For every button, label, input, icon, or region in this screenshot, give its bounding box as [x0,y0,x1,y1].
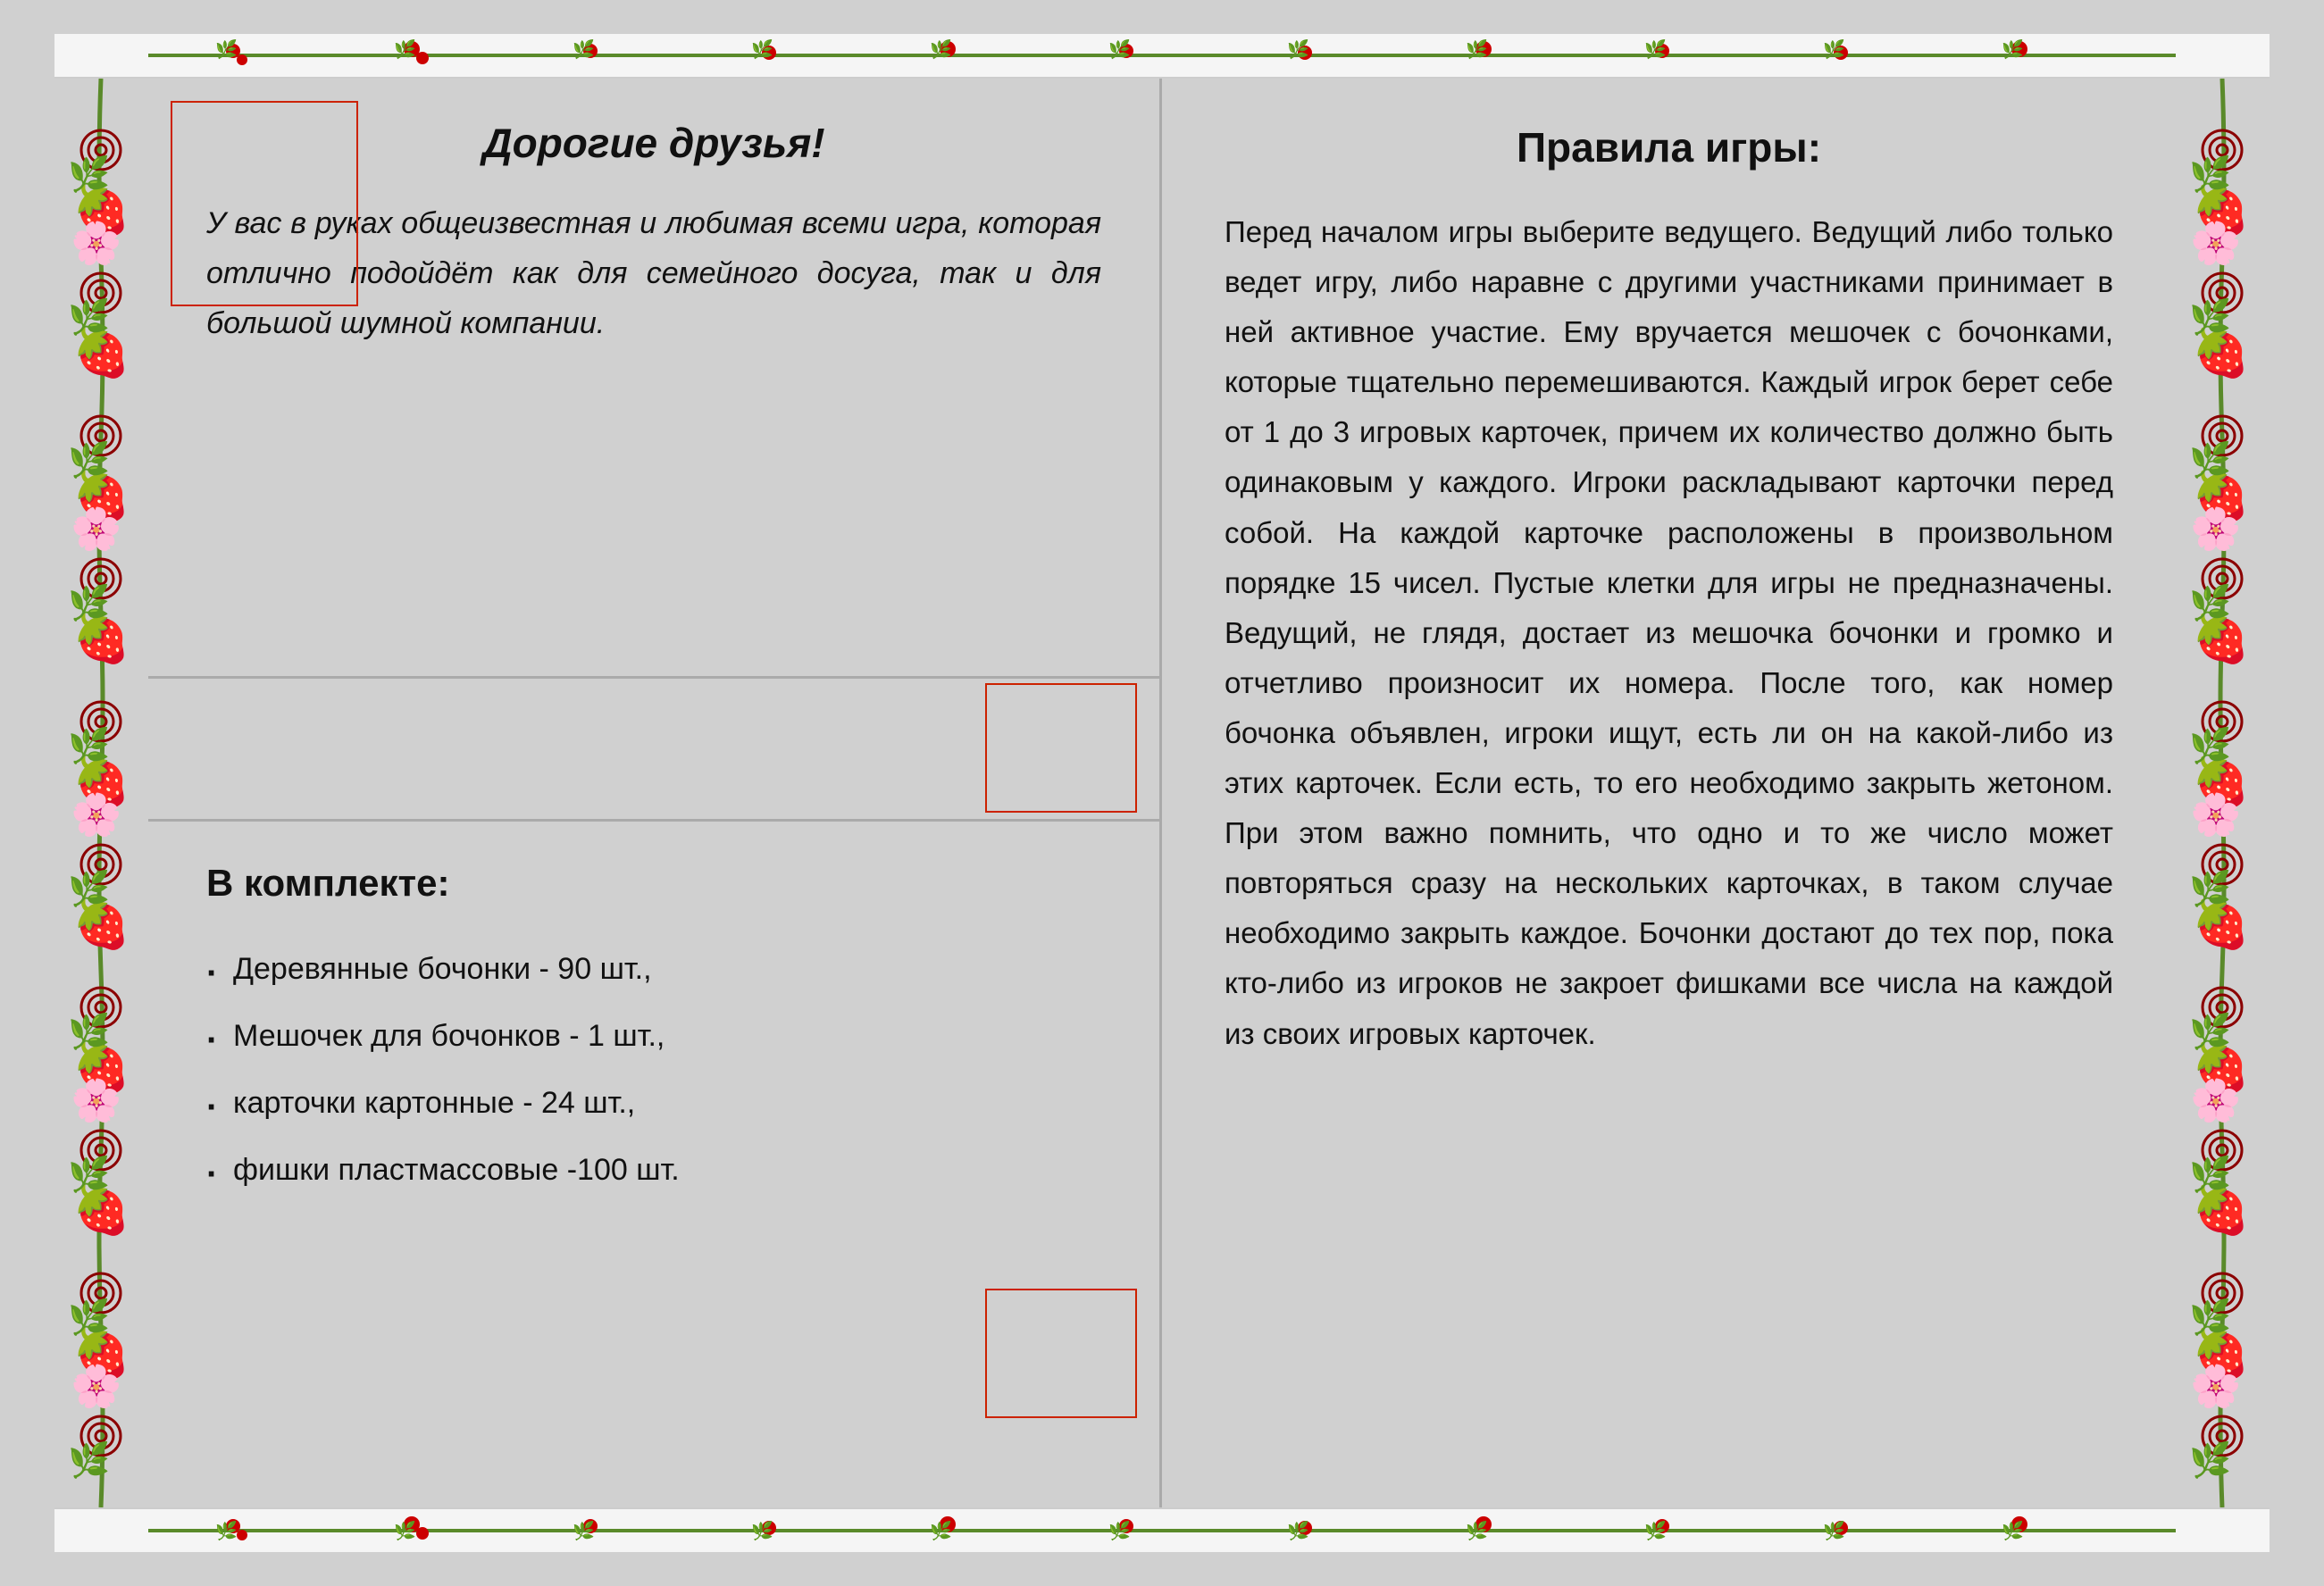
svg-text:🌿: 🌿 [573,38,595,60]
svg-text:🌿: 🌿 [1287,38,1309,60]
svg-text:🌸: 🌸 [71,791,121,839]
svg-text:🌿: 🌿 [751,1520,773,1541]
svg-text:🌸: 🌸 [71,505,121,553]
svg-text:🌿: 🌿 [2189,869,2231,908]
red-rect-topleft [171,101,358,306]
svg-text:🌿: 🌿 [1287,1520,1309,1541]
svg-text:🌿: 🌿 [394,1520,416,1541]
kit-title: В комплекте: [206,862,1101,905]
left-sections: Дорогие друзья! У вас в руках общеизвест… [148,79,1159,1507]
svg-text:🌸: 🌸 [2190,791,2241,839]
svg-text:🌿: 🌿 [1823,1520,1845,1541]
svg-text:🌿: 🌿 [930,38,952,60]
left-border: 🍓 🍓 🍓 🍓 🍓 🍓 🍓 🍓 🍓 🌿 🌿 🌿 🌿 🌿 🌿 [54,79,148,1507]
svg-text:🌿: 🌿 [68,1440,110,1480]
section-intro: Дорогие друзья! У вас в руках общеизвест… [148,79,1159,679]
svg-text:🌿: 🌿 [2189,440,2231,480]
svg-text:🌿: 🌿 [68,1298,110,1337]
list-item: Деревянные бочонки - 90 шт., [206,936,1101,1003]
svg-text:🌿: 🌿 [68,583,110,622]
page-container: 🌿 🌿 🌿 🌿 🌿 🌿 🌿 🌿 🌿 🌿 🌿 [0,0,2324,1586]
rules-text: Перед началом игры выберите ведущего. Ве… [1225,207,2113,1059]
svg-text:🌿: 🌿 [215,38,238,60]
list-item: Мешочек для бочонков - 1 шт., [206,1003,1101,1070]
svg-text:🌸: 🌸 [71,1077,121,1124]
bottom-border: 🌿 🌿 🌿 🌿 🌿 🌿 🌿 🌿 🌿 🌿 🌿 [54,1507,2270,1552]
svg-text:🌿: 🌿 [394,38,416,60]
svg-text:🌸: 🌸 [71,220,121,267]
svg-text:🌸: 🌸 [2190,1077,2241,1124]
svg-text:🌸: 🌸 [71,1363,121,1410]
bottom-border-decoration: 🌿 🌿 🌿 🌿 🌿 🌿 🌿 🌿 🌿 🌿 🌿 [54,1508,2270,1553]
svg-text:🌸: 🌸 [2190,220,2241,267]
svg-text:🌿: 🌿 [2002,1520,2024,1541]
rules-title: Правила игры: [1225,123,2113,171]
svg-text:🌿: 🌿 [215,1520,238,1541]
svg-text:🌸: 🌸 [2190,1363,2241,1410]
svg-text:🌿: 🌿 [2002,38,2024,60]
svg-text:🌿: 🌿 [1466,38,1488,60]
section-middle-empty [148,679,1159,822]
svg-text:🌸: 🌸 [2190,505,2241,553]
svg-text:🌿: 🌿 [68,1155,110,1194]
svg-text:🌿: 🌿 [68,869,110,908]
svg-text:🌿: 🌿 [2189,726,2231,765]
svg-text:🌿: 🌿 [1466,1520,1488,1541]
list-item: карточки картонные - 24 шт., [206,1070,1101,1137]
svg-text:🌿: 🌿 [1108,38,1131,60]
svg-text:🌿: 🌿 [2189,1155,2231,1194]
svg-text:🌿: 🌿 [68,1012,110,1051]
svg-text:🌿: 🌿 [2189,1012,2231,1051]
svg-text:🌿: 🌿 [2189,1298,2231,1337]
svg-text:🌿: 🌿 [68,440,110,480]
svg-text:🌿: 🌿 [573,1520,595,1541]
list-item: фишки пластмассовые -100 шт. [206,1137,1101,1204]
kit-content: В комплекте: Деревянные бочонки - 90 шт.… [206,862,1101,1204]
document: 🌿 🌿 🌿 🌿 🌿 🌿 🌿 🌿 🌿 🌿 🌿 [54,34,2270,1552]
right-border-svg: 🍓 🍓 🍓 🍓 🍓 🍓 🍓 🍓 🍓 🌿 🌿 🌿 🌿 🌿 🌿 [2176,79,2270,1507]
svg-text:🌿: 🌿 [1644,1520,1667,1541]
right-panel: Правила игры: Перед началом игры выберит… [1162,79,2176,1507]
svg-text:🌿: 🌿 [1823,38,1845,60]
svg-text:🌿: 🌿 [751,38,773,60]
svg-text:🌿: 🌿 [930,1520,952,1541]
svg-text:🌿: 🌿 [1108,1520,1131,1541]
left-border-svg: 🍓 🍓 🍓 🍓 🍓 🍓 🍓 🍓 🍓 🌿 🌿 🌿 🌿 🌿 🌿 [54,79,148,1507]
svg-text:🌿: 🌿 [2189,297,2231,337]
svg-text:🌿: 🌿 [2189,154,2231,194]
svg-text:🌿: 🌿 [68,297,110,337]
left-panel: Дорогие друзья! У вас в руках общеизвест… [148,79,1162,1507]
kit-list: Деревянные бочонки - 90 шт., Мешочек для… [206,936,1101,1204]
top-border: 🌿 🌿 🌿 🌿 🌿 🌿 🌿 🌿 🌿 🌿 🌿 [54,34,2270,79]
svg-text:🌿: 🌿 [1644,38,1667,60]
right-border: 🍓 🍓 🍓 🍓 🍓 🍓 🍓 🍓 🍓 🌿 🌿 🌿 🌿 🌿 🌿 [2176,79,2270,1507]
svg-text:🌿: 🌿 [68,154,110,194]
svg-text:🌿: 🌿 [2189,1440,2231,1480]
top-border-decoration: 🌿 🌿 🌿 🌿 🌿 🌿 🌿 🌿 🌿 🌿 🌿 [54,33,2270,78]
red-rect-right [985,683,1137,813]
main-content: Дорогие друзья! У вас в руках общеизвест… [148,79,2176,1507]
doc-inner: 🍓 🍓 🍓 🍓 🍓 🍓 🍓 🍓 🍓 🌿 🌿 🌿 🌿 🌿 🌿 [54,79,2270,1507]
svg-text:🌿: 🌿 [68,726,110,765]
svg-text:🌿: 🌿 [2189,583,2231,622]
section-kit: В комплекте: Деревянные бочонки - 90 шт.… [148,822,1159,1507]
red-rect-bottomright [985,1289,1137,1418]
